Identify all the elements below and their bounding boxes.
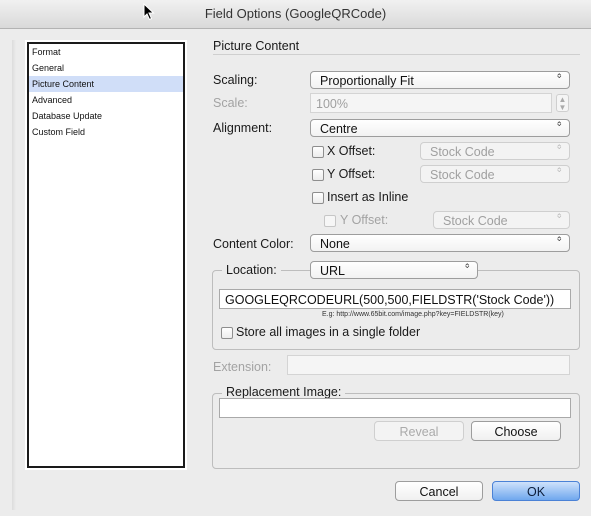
scale-label: Scale: [213,96,248,110]
content-color-label: Content Color: [213,237,294,251]
location-hint: E.g: http://www.65bit.com/image.php?key=… [322,311,504,318]
x-offset-checkbox[interactable] [312,146,324,158]
y-offset-label: Y Offset: [327,167,376,181]
scale-value: 100% [316,97,348,111]
popup-arrows-icon: ⌃ ⌄ [463,260,471,272]
scaling-label: Scaling: [213,73,258,87]
reveal-button[interactable]: Reveal [374,421,464,441]
store-images-label: Store all images in a single folder [236,325,421,339]
y-offset-popup[interactable]: Stock Code ⌃ ⌄ [420,165,570,183]
content-color-value: None [320,237,350,251]
inline-y-offset-label: Y Offset: [340,213,389,227]
location-url-value: GOOGLEQRCODEURL(500,500,FIELDSTR('Stock … [225,293,555,307]
extension-label: Extension: [213,360,272,374]
popup-arrows-icon: ⌃ ⌄ [555,210,563,222]
alignment-value: Centre [320,122,358,136]
dialog-body: Format General Picture Content Advanced … [0,29,591,516]
location-type-popup[interactable]: URL ⌃ ⌄ [310,261,478,279]
inline-y-offset-popup[interactable]: Stock Code ⌃ ⌄ [433,211,570,229]
inline-y-offset-checkbox[interactable] [324,215,336,227]
store-images-checkbox[interactable] [221,327,233,339]
replacement-image-field[interactable] [219,398,571,418]
title-bar: Field Options (GoogleQRCode) [0,0,591,29]
popup-arrows-icon: ⌃ ⌄ [555,70,563,82]
y-offset-checkbox[interactable] [312,169,324,181]
sidebar-item-picture-content[interactable]: Picture Content [29,76,183,92]
ok-button[interactable]: OK [492,481,580,501]
extension-field[interactable] [287,355,570,375]
inline-y-offset-value: Stock Code [443,214,508,228]
sidebar-item-advanced[interactable]: Advanced [29,92,183,108]
sidebar-item-format[interactable]: Format [29,44,183,60]
x-offset-label: X Offset: [327,144,376,158]
cancel-button[interactable]: Cancel [395,481,483,501]
x-offset-popup[interactable]: Stock Code ⌃ ⌄ [420,142,570,160]
location-type-value: URL [320,264,346,278]
scale-stepper-icon[interactable]: ▲ ▼ [556,94,569,112]
alignment-label: Alignment: [213,121,273,135]
popup-arrows-icon: ⌃ ⌄ [555,141,563,153]
popup-arrows-icon: ⌃ ⌄ [555,164,563,176]
section-title: Picture Content [213,39,300,53]
replacement-image-label: Replacement Image: [222,385,346,399]
location-url-field[interactable]: GOOGLEQRCODEURL(500,500,FIELDSTR('Stock … [219,289,571,309]
sidebar-item-general[interactable]: General [29,60,183,76]
popup-arrows-icon: ⌃ ⌄ [555,233,563,245]
window-title: Field Options (GoogleQRCode) [204,6,387,21]
insert-inline-label: Insert as Inline [327,190,409,204]
scale-field[interactable]: 100% [310,93,552,113]
y-offset-value: Stock Code [430,168,495,182]
mouse-pointer-icon [143,3,155,21]
sidebar-item-custom-field[interactable]: Custom Field [29,124,183,140]
field-options-window: Field Options (GoogleQRCode) Format Gene… [0,0,591,516]
section-divider [213,54,580,55]
category-list: Format General Picture Content Advanced … [27,42,185,468]
content-color-popup[interactable]: None ⌃ ⌄ [310,234,570,252]
scaling-value: Proportionally Fit [320,74,414,88]
scaling-popup[interactable]: Proportionally Fit ⌃ ⌄ [310,71,570,89]
x-offset-value: Stock Code [430,145,495,159]
alignment-popup[interactable]: Centre ⌃ ⌄ [310,119,570,137]
choose-button[interactable]: Choose [471,421,561,441]
location-label: Location: [222,263,281,277]
sidebar-item-database-update[interactable]: Database Update [29,108,183,124]
popup-arrows-icon: ⌃ ⌄ [555,118,563,130]
insert-inline-checkbox[interactable] [312,192,324,204]
